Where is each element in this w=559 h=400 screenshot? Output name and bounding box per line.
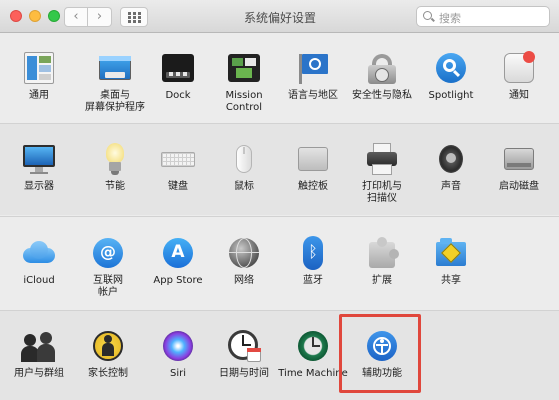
pref-pane-label: 鼠标 (234, 181, 254, 192)
pref-pane-label-line2: 扫描仪 (367, 193, 397, 204)
pref-pane-label: 通知 (509, 90, 529, 101)
keyboard-icon (160, 141, 196, 177)
pref-pane-label-line2: Control (225, 102, 263, 113)
icloud-icon (21, 235, 57, 271)
title-bar: ‹ › 系统偏好设置 搜索 (0, 0, 559, 33)
minimize-button[interactable] (29, 10, 41, 22)
pref-pane-network[interactable]: 网络 (206, 235, 282, 287)
notifications-icon (501, 50, 537, 86)
forward-button[interactable]: › (88, 7, 112, 27)
pref-pane-parental-controls[interactable]: 家长控制 (70, 328, 146, 380)
siri-icon (160, 328, 196, 364)
pref-pane-date-time[interactable]: 日期与时间 (206, 328, 282, 380)
highlight-box (339, 314, 421, 393)
pref-pane-label: Siri (169, 368, 186, 379)
extensions-icon (364, 235, 400, 271)
pref-pane-label: 用户与群组 (14, 368, 64, 379)
search-icon (423, 11, 432, 20)
pref-pane-label: 触控板 (298, 181, 328, 192)
startup-disk-icon (501, 141, 537, 177)
pref-pane-spotlight[interactable]: Spotlight (413, 50, 489, 102)
pref-pane-label: 扩展 (372, 275, 392, 286)
pref-pane-internet-accounts[interactable]: @ 互联网 帐户 (70, 235, 146, 299)
language-region-icon (295, 50, 331, 86)
desktop-screensaver-icon (97, 50, 133, 86)
pref-pane-label: iCloud (23, 275, 55, 286)
pref-pane-label: 互联网 (93, 275, 123, 286)
pref-pane-general[interactable]: 通用 (1, 50, 77, 102)
printers-scanners-icon (364, 141, 400, 177)
pref-pane-icloud[interactable]: iCloud (1, 235, 77, 287)
pref-pane-label: Dock (165, 90, 191, 101)
search-field[interactable]: 搜索 (416, 6, 550, 27)
app-store-icon: A (160, 235, 196, 271)
pref-pane-label: 共享 (441, 275, 461, 286)
pref-pane-trackpad[interactable]: 触控板 (275, 141, 351, 193)
close-button[interactable] (10, 10, 22, 22)
pref-pane-label-line2: 帐户 (98, 287, 118, 298)
system-preferences-window: ‹ › 系统偏好设置 搜索 通用 桌面与 屏幕保护程序 Dock Mission Cont… (0, 0, 559, 400)
pref-pane-language-region[interactable]: 语言与地区 (275, 50, 351, 102)
sharing-icon (433, 235, 469, 271)
pref-pane-siri[interactable]: Siri (140, 328, 216, 380)
pref-pane-printers-scanners[interactable]: 打印机与 扫描仪 (344, 141, 420, 205)
pref-pane-label: 蓝牙 (303, 275, 323, 286)
pref-pane-label: Spotlight (428, 90, 474, 101)
pref-pane-label: 通用 (29, 90, 49, 101)
pref-pane-app-store[interactable]: A App Store (140, 235, 216, 287)
energy-saver-icon (97, 141, 133, 177)
sound-icon (433, 141, 469, 177)
show-all-grid-button[interactable] (120, 7, 148, 27)
pref-pane-security-privacy[interactable]: 安全性与隐私 (344, 50, 420, 102)
pref-pane-users-groups[interactable]: 用户与群组 (1, 328, 77, 380)
pref-pane-label: App Store (153, 275, 203, 286)
pref-pane-displays[interactable]: 显示器 (1, 141, 77, 193)
pref-pane-label: 家长控制 (88, 368, 128, 379)
pref-pane-label: 语言与地区 (288, 90, 338, 101)
search-placeholder: 搜索 (439, 12, 461, 25)
mouse-icon (226, 141, 262, 177)
pref-pane-extensions[interactable]: 扩展 (344, 235, 420, 287)
pref-pane-label: 键盘 (168, 181, 188, 192)
pref-pane-notifications[interactable]: 通知 (481, 50, 557, 102)
security-privacy-icon (364, 50, 400, 86)
users-groups-icon (21, 328, 57, 364)
parental-controls-icon (90, 328, 126, 364)
pref-pane-label: 日期与时间 (219, 368, 269, 379)
dock-icon (160, 50, 196, 86)
pref-pane-label: 声音 (441, 181, 461, 192)
network-icon (226, 235, 262, 271)
back-button[interactable]: ‹ (64, 7, 88, 27)
pref-pane-mouse[interactable]: 鼠标 (206, 141, 282, 193)
pref-pane-startup-disk[interactable]: 启动磁盘 (481, 141, 557, 193)
pref-pane-keyboard[interactable]: 键盘 (140, 141, 216, 193)
internet-accounts-icon: @ (90, 235, 126, 271)
spotlight-icon (433, 50, 469, 86)
trackpad-icon (295, 141, 331, 177)
pref-pane-label: 网络 (234, 275, 254, 286)
pref-pane-label: 启动磁盘 (499, 181, 539, 192)
time-machine-icon (295, 328, 331, 364)
pref-pane-dock[interactable]: Dock (140, 50, 216, 102)
date-time-icon (226, 328, 262, 364)
mission-control-icon (226, 50, 262, 86)
pref-pane-sound[interactable]: 声音 (413, 141, 489, 193)
window-title: 系统偏好设置 (243, 11, 316, 25)
bluetooth-icon: ᛒ (295, 235, 331, 271)
zoom-button[interactable] (48, 10, 60, 22)
pref-pane-bluetooth[interactable]: ᛒ 蓝牙 (275, 235, 351, 287)
pref-pane-label: 打印机与 (362, 181, 402, 192)
displays-icon (21, 141, 57, 177)
pref-pane-sharing[interactable]: 共享 (413, 235, 489, 287)
pref-pane-mission-control[interactable]: Mission Control (206, 50, 282, 114)
pref-pane-label: 安全性与隐私 (352, 90, 412, 101)
pref-pane-label-line2: 屏幕保护程序 (85, 102, 145, 113)
general-icon (21, 50, 57, 86)
pref-pane-label: Mission (225, 90, 263, 101)
pref-pane-label: 显示器 (24, 181, 54, 192)
